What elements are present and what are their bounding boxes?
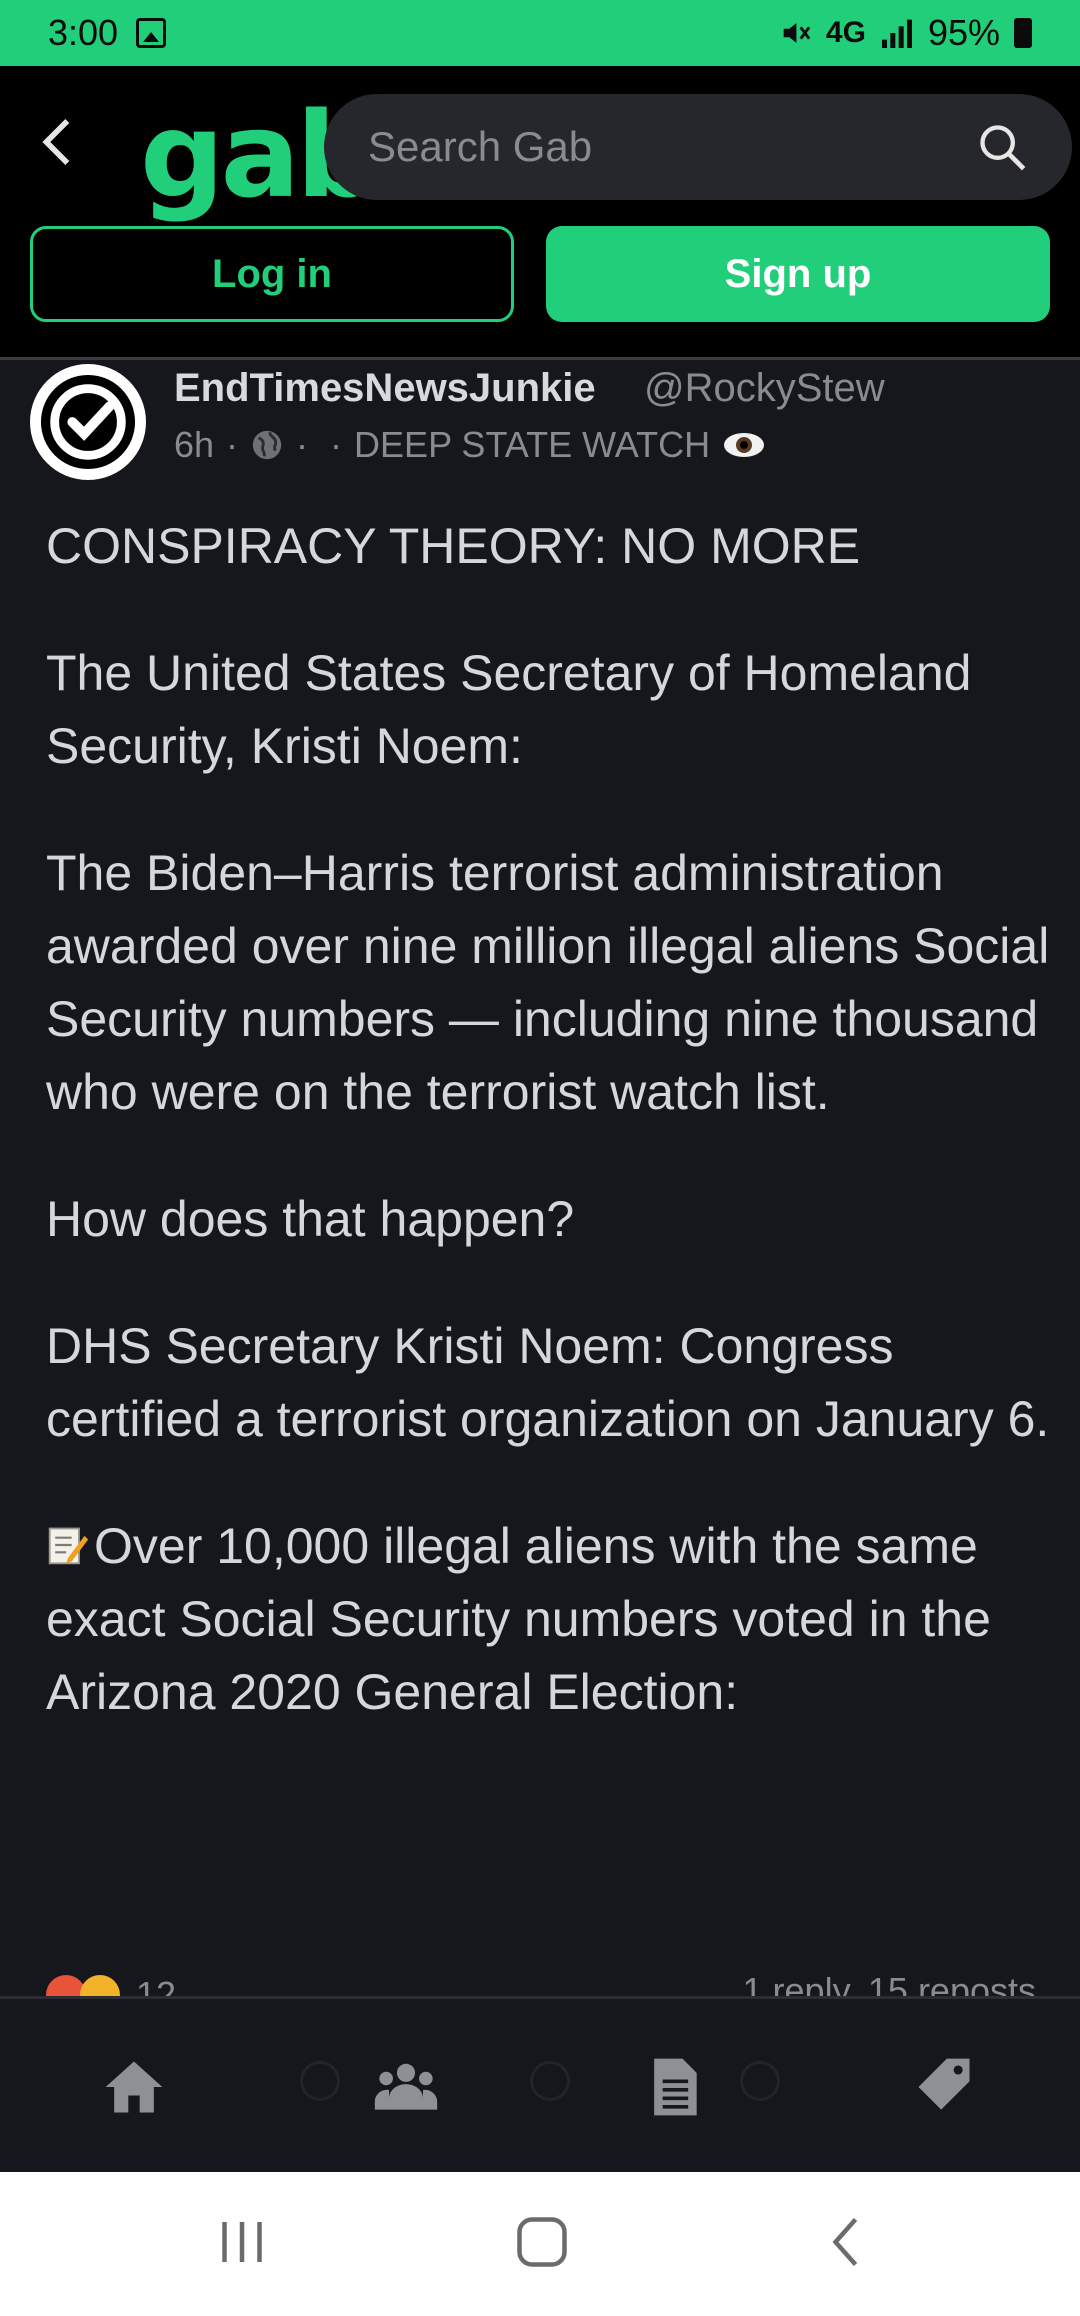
status-bar: 3:00 4G 95% [0,0,1080,66]
groups-icon[interactable] [372,2053,440,2121]
search-input[interactable]: Search Gab [368,123,976,171]
bottom-navigation [0,1996,1080,2172]
battery-icon [1014,18,1032,48]
app-header: gab Search Gab Log in Sign up [0,66,1080,360]
post-meta: 6h · · · DEEP STATE WATCH [174,424,766,466]
post-paragraph: CONSPIRACY THEORY: NO MORE [46,518,861,574]
home-icon[interactable] [100,2053,168,2121]
like-reaction-icon [80,1975,120,1996]
faded-icon [300,2061,340,2101]
system-navigation-bar [0,2172,1080,2316]
image-notification-icon [136,18,167,48]
faded-icon [740,2061,780,2101]
meta-separator: · [330,424,343,465]
status-left: 3:00 [48,12,167,54]
meta-separator: · [226,424,239,465]
post-card: EndTimesNewsJunkie @RockyStew 6h · · · D… [0,360,1080,1996]
globe-icon [252,430,282,460]
group-name[interactable]: DEEP STATE WATCH [354,424,710,466]
news-icon[interactable] [640,2053,708,2121]
reactions-summary[interactable]: 12 [46,1970,176,1996]
network-type: 4G [825,16,866,49]
search-icon[interactable] [976,121,1028,173]
search-bar[interactable]: Search Gab [324,94,1072,200]
post-body: CONSPIRACY THEORY: NO MORE The United St… [46,510,1056,1783]
faded-icon [530,2061,570,2101]
post-paragraph: Over 10,000 illegal aliens with the same… [46,1518,991,1720]
post-time[interactable]: 6h [174,424,214,466]
home-button-icon[interactable] [512,2212,572,2272]
battery-percent: 95% [927,12,1000,53]
mute-icon [783,23,811,43]
status-time: 3:00 [48,12,119,53]
status-right: 4G 95% [778,12,1032,54]
avatar[interactable] [30,364,146,480]
avatar-check-logo-icon [40,374,136,470]
reply-repost-count[interactable]: 1 reply, 15 reposts [743,1970,1036,1996]
login-button[interactable]: Log in [30,226,514,322]
post-paragraph: DHS Secretary Kristi Noem: Congress cert… [46,1318,1050,1447]
post-paragraph-with-emoji: Over 10,000 illegal aliens with the same… [46,1510,1056,1729]
meta-separator: · [296,424,309,465]
author-handle[interactable]: @RockyStew [644,366,885,411]
eye-icon [724,433,765,457]
reaction-count: 12 [136,1974,177,1996]
back-arrow-icon[interactable] [30,114,86,170]
post-paragraph: The United States Secretary of Homeland … [46,645,972,774]
memo-emoji-icon [48,1527,89,1565]
recent-apps-icon[interactable] [212,2212,272,2272]
signal-icon [881,19,912,48]
author-name[interactable]: EndTimesNewsJunkie [174,366,596,411]
signup-button[interactable]: Sign up [546,226,1050,322]
post-paragraph: The Biden–Harris terrorist administratio… [46,845,1050,1120]
post-paragraph: How does that happen? [46,1191,575,1247]
marketplace-icon[interactable] [910,2053,978,2121]
post-counts: 12 1 reply, 15 reposts [46,1970,1036,1996]
back-icon[interactable] [818,2212,878,2272]
